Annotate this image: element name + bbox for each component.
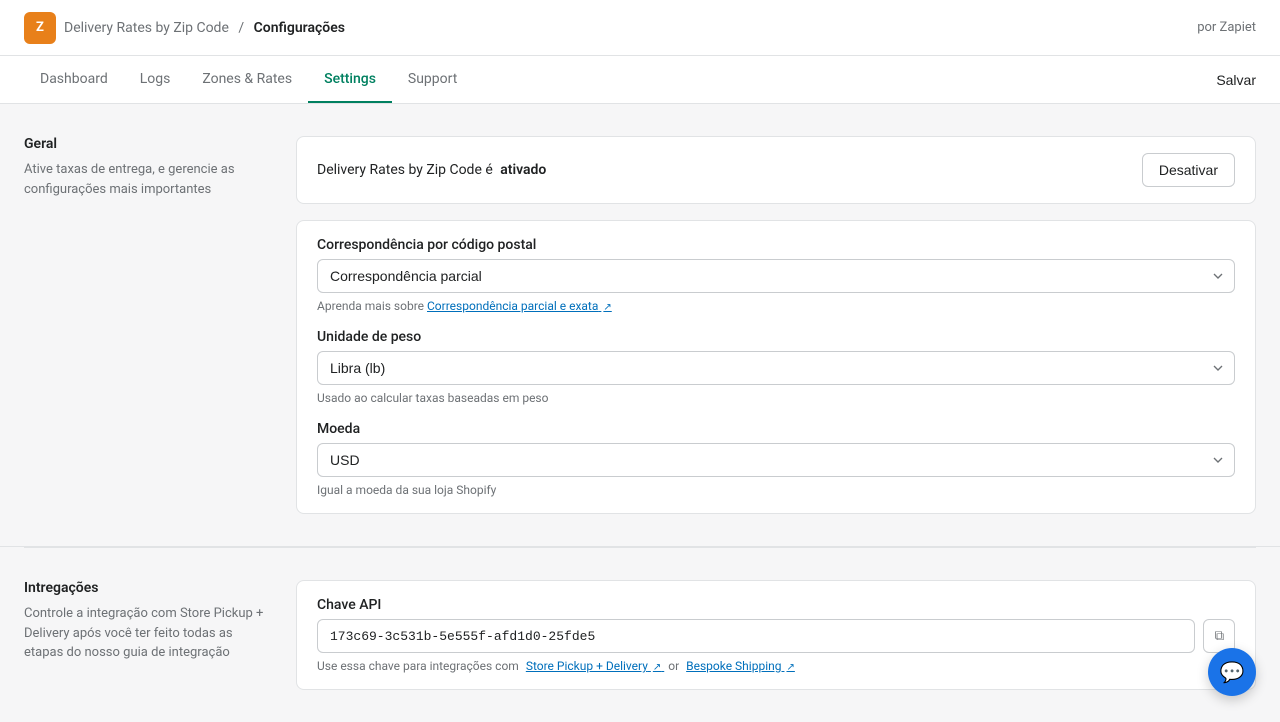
chat-bubble[interactable]: 💬 (1208, 648, 1256, 696)
postal-group: Correspondência por código postal Corres… (317, 237, 1235, 313)
api-card: Chave API ⧉ Use essa chave para integraç… (296, 580, 1256, 690)
store-pickup-link[interactable]: Store Pickup + Delivery ↗ (526, 659, 664, 673)
desativar-button[interactable]: Desativar (1142, 153, 1235, 187)
currency-label: Moeda (317, 421, 1235, 437)
currency-select[interactable]: USD BRL EUR (317, 443, 1235, 477)
geral-sidebar: Geral Ative taxas de entrega, e gerencie… (24, 136, 264, 514)
status-text: Delivery Rates by Zip Code é ativado (317, 162, 546, 178)
status-card: Delivery Rates by Zip Code é ativado Des… (296, 136, 1256, 204)
nav-bar: Dashboard Logs Zones & Rates Settings Su… (0, 56, 1280, 104)
nav-item-support[interactable]: Support (392, 56, 473, 103)
header-left: Z Delivery Rates by Zip Code / Configura… (24, 12, 345, 44)
currency-hint: Igual a moeda da sua loja Shopify (317, 483, 1235, 497)
weight-select[interactable]: Libra (lb) Quilograma (kg) (317, 351, 1235, 385)
copy-icon: ⧉ (1214, 628, 1224, 644)
settings-card: Correspondência por código postal Corres… (296, 220, 1256, 514)
currency-group: Moeda USD BRL EUR Igual a moeda da sua l… (317, 421, 1235, 497)
weight-label: Unidade de peso (317, 329, 1235, 345)
api-hint: Use essa chave para integrações com Stor… (317, 659, 1235, 673)
weight-hint: Usado ao calcular taxas baseadas em peso (317, 391, 1235, 405)
external-link-icon: ↗ (603, 302, 611, 313)
nav-item-logs[interactable]: Logs (124, 56, 187, 103)
header-breadcrumb: Delivery Rates by Zip Code / Configuraçõ… (64, 20, 345, 36)
geral-title: Geral (24, 136, 264, 152)
integracoes-description: Controle a integração com Store Pickup +… (24, 604, 264, 663)
api-group: Chave API ⧉ Use essa chave para integraç… (317, 597, 1235, 673)
by-zapiet: por Zapiet (1197, 20, 1256, 35)
geral-description: Ative taxas de entrega, e gerencie as co… (24, 160, 264, 199)
chat-icon: 💬 (1220, 660, 1245, 684)
geral-section: Geral Ative taxas de entrega, e gerencie… (0, 104, 1280, 547)
nav-item-settings[interactable]: Settings (308, 56, 392, 103)
bespoke-external-icon: ↗ (786, 662, 794, 673)
content-wrapper: Geral Ative taxas de entrega, e gerencie… (0, 104, 1280, 722)
integracoes-title: Intregações (24, 580, 264, 596)
geral-content: Delivery Rates by Zip Code é ativado Des… (296, 136, 1256, 514)
status-card-row: Delivery Rates by Zip Code é ativado Des… (317, 153, 1235, 187)
top-header: Z Delivery Rates by Zip Code / Configura… (0, 0, 1280, 56)
postal-hint-link[interactable]: Correspondência parcial e exata ↗ (427, 299, 612, 313)
save-button[interactable]: Salvar (1216, 72, 1256, 88)
integracoes-section: Intregações Controle a integração com St… (0, 548, 1280, 722)
nav-items: Dashboard Logs Zones & Rates Settings Su… (24, 56, 473, 103)
integracoes-content: Chave API ⧉ Use essa chave para integraç… (296, 580, 1256, 690)
api-label: Chave API (317, 597, 1235, 613)
integracoes-sidebar: Intregações Controle a integração com St… (24, 580, 264, 690)
postal-label: Correspondência por código postal (317, 237, 1235, 253)
postal-select[interactable]: Correspondência parcial Correspondência … (317, 259, 1235, 293)
api-key-input[interactable] (317, 619, 1195, 653)
nav-item-dashboard[interactable]: Dashboard (24, 56, 124, 103)
api-key-row: ⧉ (317, 619, 1235, 653)
nav-item-zones-rates[interactable]: Zones & Rates (186, 56, 308, 103)
postal-hint: Aprenda mais sobre Correspondência parci… (317, 299, 1235, 313)
bespoke-shipping-link[interactable]: Bespoke Shipping ↗ (686, 659, 795, 673)
app-logo: Z (24, 12, 56, 44)
store-pickup-external-icon: ↗ (653, 662, 661, 673)
weight-group: Unidade de peso Libra (lb) Quilograma (k… (317, 329, 1235, 405)
